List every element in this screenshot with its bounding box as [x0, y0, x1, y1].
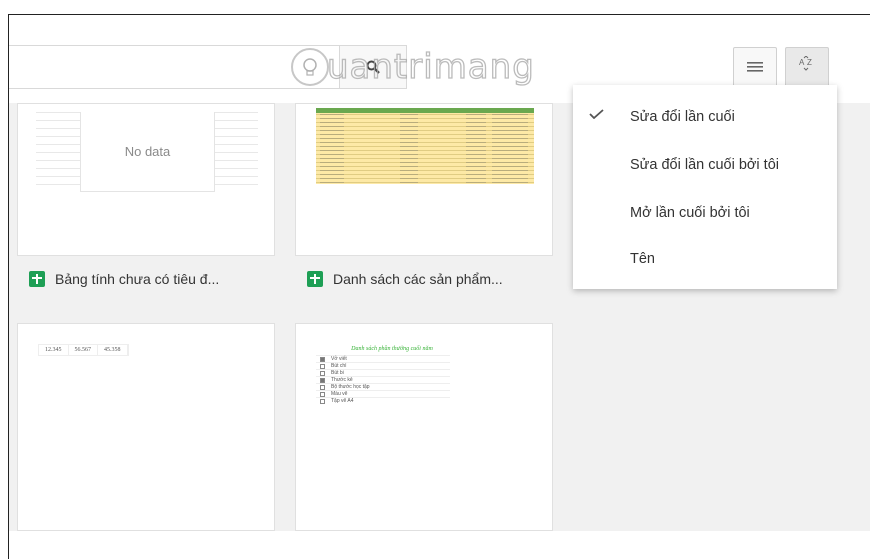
file-thumbnail: 12.345 56.567 45.358: [18, 324, 274, 530]
app-frame: A Z No data Bảng tính chưa có tiêu đ...: [8, 14, 870, 559]
checklist-item: Thước kẻ: [331, 377, 353, 383]
preview-number: 56.567: [69, 345, 98, 355]
svg-text:A: A: [799, 58, 805, 67]
svg-text:Z: Z: [807, 58, 812, 67]
list-view-button[interactable]: [733, 47, 777, 87]
file-thumbnail: Danh sách phần thưởng cuối năm Vở viết B…: [296, 324, 552, 530]
google-sheets-icon: [29, 271, 45, 287]
file-name: Bảng tính chưa có tiêu đ...: [55, 271, 220, 287]
sort-option-name[interactable]: Tên: [573, 235, 837, 283]
file-thumbnail: [296, 104, 552, 255]
menu-item-label: Mở lần cuối bởi tôi: [630, 205, 750, 221]
sort-button[interactable]: A Z: [785, 47, 829, 87]
file-title[interactable]: Bảng tính chưa có tiêu đ...: [29, 271, 219, 287]
file-title[interactable]: Danh sách các sản phẩm...: [307, 271, 503, 287]
sort-option-last-modified-by-me[interactable]: Sửa đổi lần cuối bởi tôi: [573, 141, 837, 189]
no-data-label: No data: [80, 112, 215, 192]
checklist-item: Bút bi: [331, 370, 344, 376]
checklist-item: Bộ thước học tập: [331, 384, 370, 390]
preview-number: 45.358: [98, 345, 128, 355]
sort-menu: Sửa đổi lần cuối Sửa đổi lần cuối bởi tô…: [573, 85, 837, 289]
checklist-item: Bút chì: [331, 363, 347, 369]
checklist-title: Danh sách phần thưởng cuối năm: [351, 346, 433, 352]
checklist-item: Tập vẽ A4: [331, 398, 354, 404]
checklist-item: Màu vẽ: [331, 391, 348, 397]
menu-item-label: Tên: [630, 251, 655, 267]
menu-item-label: Sửa đổi lần cuối bởi tôi: [630, 157, 779, 173]
google-sheets-icon: [307, 271, 323, 287]
bottom-area: [9, 531, 870, 559]
checklist-item: Vở viết: [331, 356, 347, 362]
menu-item-label: Sửa đổi lần cuối: [630, 109, 735, 125]
sort-az-icon: A Z: [799, 56, 812, 71]
file-card[interactable]: [295, 103, 553, 256]
search-button[interactable]: [339, 45, 407, 89]
sort-option-last-modified[interactable]: Sửa đổi lần cuối: [573, 93, 837, 141]
checkmark-icon: [589, 109, 604, 119]
preview-number: 12.345: [39, 345, 69, 355]
spreadsheet-preview: [316, 108, 534, 184]
file-thumbnail: No data: [18, 104, 274, 255]
file-card[interactable]: 12.345 56.567 45.358: [17, 323, 275, 531]
file-name: Danh sách các sản phẩm...: [333, 271, 503, 287]
number-preview: 12.345 56.567 45.358: [38, 344, 129, 356]
search-icon: [366, 60, 380, 74]
list-view-icon: [747, 62, 763, 72]
file-card[interactable]: No data: [17, 103, 275, 256]
sort-option-last-opened-by-me[interactable]: Mở lần cuối bởi tôi: [573, 189, 837, 237]
checklist-preview: Danh sách phần thưởng cuối năm Vở viết B…: [316, 344, 450, 404]
search-input[interactable]: [9, 45, 347, 89]
file-card[interactable]: Danh sách phần thưởng cuối năm Vở viết B…: [295, 323, 553, 531]
